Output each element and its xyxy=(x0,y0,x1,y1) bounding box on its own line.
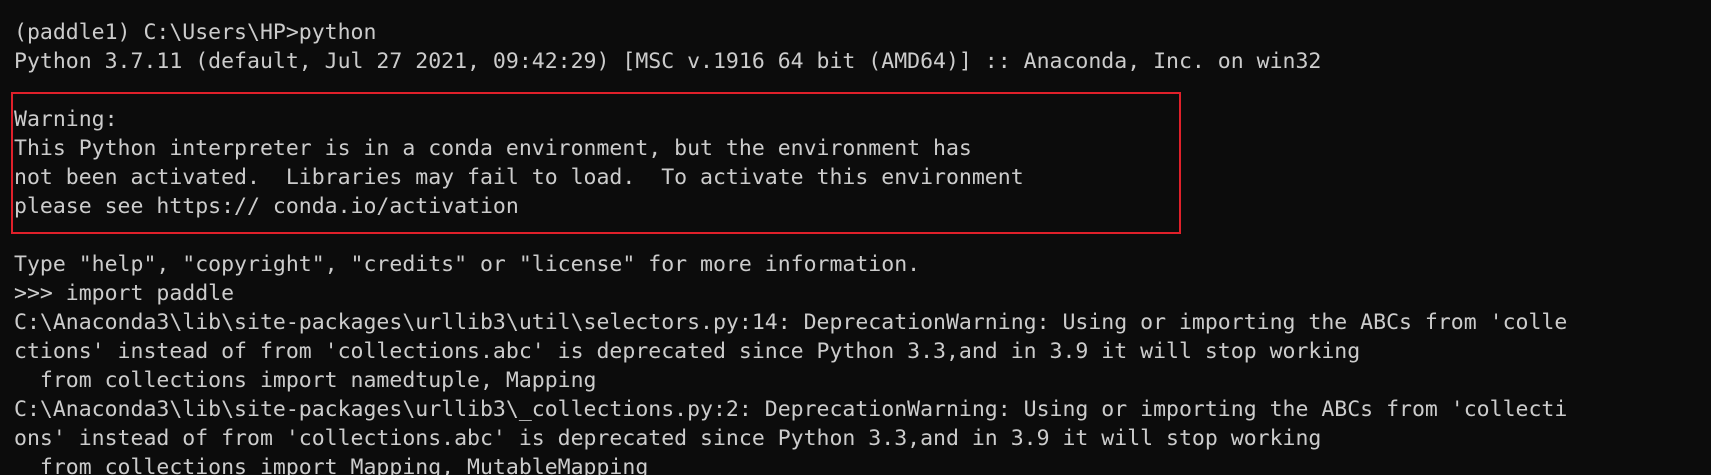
terminal-line-help-info: Type "help", "copyright", "credits" or "… xyxy=(14,252,921,277)
terminal-line-warning-text: please see https:// conda.io/activation xyxy=(14,194,519,219)
terminal-line-deprecation-warning: C:\Anaconda3\lib\site-packages\urllib3\u… xyxy=(14,310,1568,335)
terminal-line-import-command: >>> import paddle xyxy=(14,281,235,306)
terminal-line-deprecation-warning: ons' instead of from 'collections.abc' i… xyxy=(14,426,1322,451)
terminal-line-deprecation-source: from collections import Mapping, Mutable… xyxy=(14,455,649,475)
terminal-line-warning-text: This Python interpreter is in a conda en… xyxy=(14,136,972,161)
terminal-line-prompt: (paddle1) C:\Users\HP>python xyxy=(14,20,377,45)
terminal-line-deprecation-warning: C:\Anaconda3\lib\site-packages\urllib3\_… xyxy=(14,397,1568,422)
terminal-window[interactable]: (paddle1) C:\Users\HP>python Python 3.7.… xyxy=(0,0,1711,475)
terminal-line-deprecation-source: from collections import namedtuple, Mapp… xyxy=(14,368,597,393)
terminal-line-warning-text: not been activated. Libraries may fail t… xyxy=(14,165,1024,190)
terminal-line-deprecation-warning: ctions' instead of from 'collections.abc… xyxy=(14,339,1361,364)
terminal-line-python-version: Python 3.7.11 (default, Jul 27 2021, 09:… xyxy=(14,49,1322,74)
terminal-line-warning-title: Warning: xyxy=(14,107,118,132)
terminal-output: (paddle1) C:\Users\HP>python Python 3.7.… xyxy=(14,18,1567,475)
